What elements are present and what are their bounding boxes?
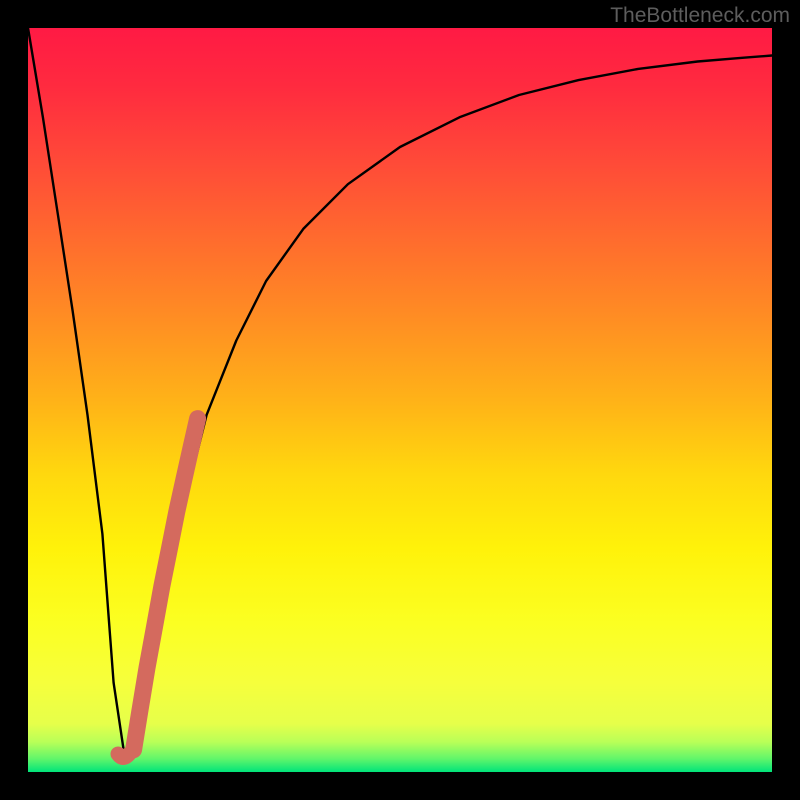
bottleneck-curve — [28, 28, 772, 757]
highlight-segment — [134, 419, 198, 750]
curve-svg — [28, 28, 772, 772]
watermark-text: TheBottleneck.com — [610, 4, 790, 28]
highlight-dot — [118, 754, 129, 758]
plot-area — [28, 28, 772, 772]
chart-frame: TheBottleneck.com — [0, 0, 800, 800]
